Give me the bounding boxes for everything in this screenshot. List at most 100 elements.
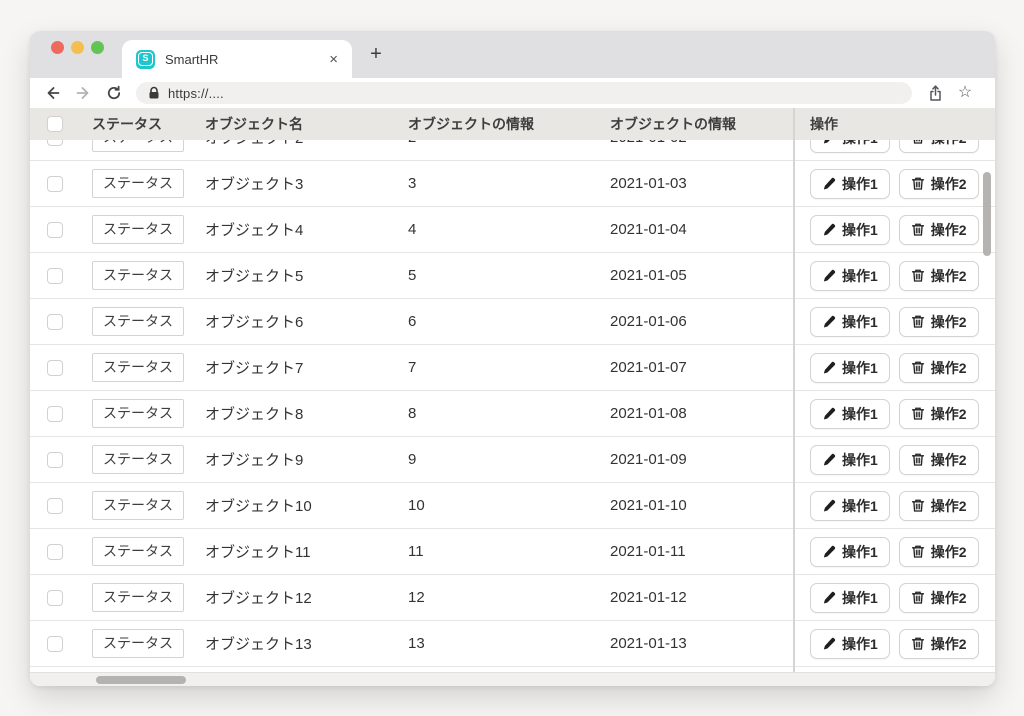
action1-button[interactable]: 操作1: [810, 140, 890, 153]
row-checkbox[interactable]: [47, 268, 63, 284]
row-checkbox[interactable]: [47, 636, 63, 652]
row-checkbox[interactable]: [47, 590, 63, 606]
object-table: ステータス オブジェクト名 オブジェクトの情報 オブジェクトの情報 操作 ステー…: [30, 108, 995, 686]
action1-button[interactable]: 操作1: [810, 261, 890, 291]
row-checkbox[interactable]: [47, 452, 63, 468]
object-date-cell: 2021-01-11: [608, 543, 793, 560]
object-date-cell: 2021-01-02: [608, 140, 793, 146]
status-badge: ステータス: [92, 215, 184, 244]
status-badge: ステータス: [92, 169, 184, 198]
header-status: ステータス: [92, 114, 205, 134]
action2-button[interactable]: 操作2: [899, 399, 979, 429]
object-info-cell: 10: [405, 497, 608, 514]
status-badge: ステータス: [92, 537, 184, 566]
table-row: ステータス オブジェクト11 11 2021-01-11 操作1 操作2: [30, 529, 995, 575]
object-info-cell: 4: [405, 221, 608, 238]
action1-button[interactable]: 操作1: [810, 491, 890, 521]
zoom-window-icon[interactable]: [91, 41, 104, 54]
forward-icon[interactable]: [74, 85, 92, 101]
status-badge: ステータス: [92, 307, 184, 336]
action1-button[interactable]: 操作1: [810, 215, 890, 245]
row-checkbox[interactable]: [47, 360, 63, 376]
trash-icon: [911, 176, 925, 191]
action1-button[interactable]: 操作1: [810, 583, 890, 613]
action2-button[interactable]: 操作2: [899, 307, 979, 337]
row-checkbox[interactable]: [47, 176, 63, 192]
object-info-cell: 11: [405, 543, 608, 560]
action2-button[interactable]: 操作2: [899, 140, 979, 153]
horizontal-scrollbar[interactable]: [96, 676, 186, 684]
action2-button[interactable]: 操作2: [899, 629, 979, 659]
action1-button[interactable]: 操作1: [810, 353, 890, 383]
new-tab-button[interactable]: +: [364, 42, 388, 66]
row-checkbox[interactable]: [47, 314, 63, 330]
status-badge: ステータス: [92, 445, 184, 474]
table-row: ステータス オブジェクト8 8 2021-01-08 操作1 操作2: [30, 391, 995, 437]
status-badge: ステータス: [92, 261, 184, 290]
status-badge: ステータス: [92, 583, 184, 612]
status-badge: ステータス: [92, 353, 184, 382]
object-info-cell: 5: [405, 267, 608, 284]
object-date-cell: 2021-01-04: [608, 221, 793, 238]
tab-close-icon[interactable]: ×: [329, 51, 338, 68]
vertical-scrollbar[interactable]: [983, 172, 991, 256]
status-badge: ステータス: [92, 140, 184, 152]
pencil-icon: [822, 315, 836, 329]
header-actions: 操作: [793, 114, 995, 134]
back-icon[interactable]: [43, 85, 61, 101]
action1-button[interactable]: 操作1: [810, 307, 890, 337]
object-name-cell: オブジェクト13: [205, 633, 405, 654]
action1-button[interactable]: 操作1: [810, 629, 890, 659]
header-object-info-1: オブジェクトの情報: [405, 114, 608, 134]
object-date-cell: 2021-01-10: [608, 497, 793, 514]
table-body: ステータス オブジェクト2 2 2021-01-02 操作1 操作2 ステータス…: [30, 140, 995, 672]
trash-icon: [911, 544, 925, 559]
row-checkbox[interactable]: [47, 544, 63, 560]
url-text: https://....: [168, 86, 224, 101]
row-checkbox[interactable]: [47, 140, 63, 146]
trash-icon: [911, 268, 925, 283]
trash-icon: [911, 222, 925, 237]
select-all-checkbox[interactable]: [47, 116, 63, 132]
action1-button[interactable]: 操作1: [810, 445, 890, 475]
action1-button[interactable]: 操作1: [810, 537, 890, 567]
action2-button[interactable]: 操作2: [899, 537, 979, 567]
object-info-cell: 13: [405, 635, 608, 652]
object-name-cell: オブジェクト2: [205, 140, 405, 148]
action2-button[interactable]: 操作2: [899, 583, 979, 613]
action1-button[interactable]: 操作1: [810, 399, 890, 429]
tab-title: SmartHR: [165, 52, 218, 67]
share-icon[interactable]: [926, 85, 944, 101]
object-date-cell: 2021-01-08: [608, 405, 793, 422]
close-window-icon[interactable]: [51, 41, 64, 54]
bookmark-star-icon[interactable]: ☆: [956, 85, 974, 101]
trash-icon: [911, 314, 925, 329]
table-row: ステータス オブジェクト9 9 2021-01-09 操作1 操作2: [30, 437, 995, 483]
object-date-cell: 2021-01-12: [608, 589, 793, 606]
action2-button[interactable]: 操作2: [899, 261, 979, 291]
object-date-cell: 2021-01-05: [608, 267, 793, 284]
row-checkbox[interactable]: [47, 406, 63, 422]
pencil-icon: [822, 223, 836, 237]
trash-icon: [911, 590, 925, 605]
pencil-icon: [822, 545, 836, 559]
browser-tab[interactable]: S SmartHR ×: [122, 40, 352, 78]
pencil-icon: [822, 407, 836, 421]
action2-button[interactable]: 操作2: [899, 353, 979, 383]
browser-window: S SmartHR × + https://.... ☆: [30, 31, 995, 686]
tab-strip: S SmartHR × +: [30, 31, 995, 78]
address-bar[interactable]: https://....: [136, 82, 912, 104]
row-checkbox[interactable]: [47, 498, 63, 514]
action2-button[interactable]: 操作2: [899, 445, 979, 475]
object-info-cell: 12: [405, 589, 608, 606]
action2-button[interactable]: 操作2: [899, 215, 979, 245]
status-badge: ステータス: [92, 491, 184, 520]
minimize-window-icon[interactable]: [71, 41, 84, 54]
action2-button[interactable]: 操作2: [899, 169, 979, 199]
header-object-name: オブジェクト名: [205, 114, 405, 134]
status-badge: ステータス: [92, 399, 184, 428]
action1-button[interactable]: 操作1: [810, 169, 890, 199]
action2-button[interactable]: 操作2: [899, 491, 979, 521]
reload-icon[interactable]: [105, 85, 123, 101]
row-checkbox[interactable]: [47, 222, 63, 238]
